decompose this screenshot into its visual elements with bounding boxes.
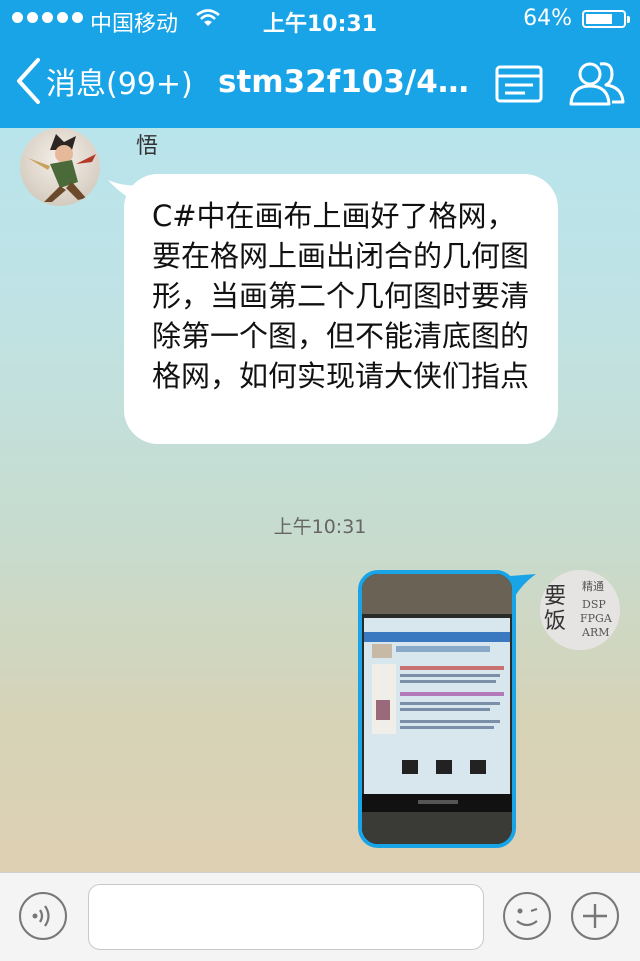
emoji-icon[interactable] [502,891,552,941]
chat-background [0,0,640,960]
input-bar [0,872,640,961]
voice-icon[interactable] [18,891,68,941]
avatar-big-char-2: 饭 [544,609,566,634]
menu-icon[interactable] [494,62,544,106]
plus-icon[interactable] [570,891,620,941]
battery-icon [582,10,630,28]
timestamp: 上午10:31 [273,516,367,538]
avatar-text-2: DSP [582,598,606,611]
avatar-big-char-1: 要 [544,584,566,609]
my-avatar[interactable]: 要 饭 精通 DSP FPGA ARM [540,570,620,650]
avatar-text-4: ARM [581,626,610,639]
image-message[interactable] [358,570,516,848]
message-input[interactable] [88,884,484,950]
battery-percent: 64% [523,6,572,31]
back-chevron-icon [17,58,40,104]
back-button[interactable]: 消息(99+) [14,56,193,106]
avatar-text-1: 精通 [582,580,604,593]
back-label: 消息(99+) [46,67,193,102]
group-icon[interactable] [568,58,626,108]
avatar-text-3: FPGA [580,612,613,625]
status-bar: 中国移动 上午10:31 64% [0,0,640,40]
sender-avatar[interactable] [20,128,100,206]
message-bubble[interactable]: C#中在画布上画好了格网，要在格网上画出闭合的几何图形，当画第二个几何图时要清除… [124,174,558,444]
chat-title: stm32f103/40… [218,64,488,100]
sender-name: 悟 [136,134,159,159]
header: 中国移动 上午10:31 64% 消息(99+) stm32f103/40… [0,0,640,128]
